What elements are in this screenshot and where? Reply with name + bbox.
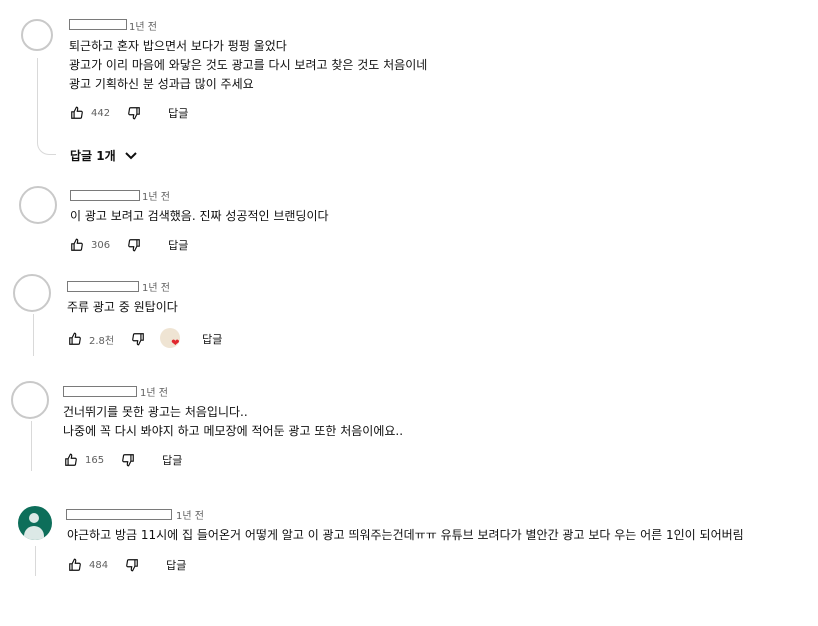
thumbs-up-icon[interactable] xyxy=(67,331,83,347)
reply-button[interactable]: 답글 xyxy=(202,331,222,347)
like-count: 484 xyxy=(89,559,109,571)
comment-time[interactable]: 1년 전 xyxy=(142,279,170,294)
comment-actions: 2.8천 ❤ 답글 xyxy=(67,328,222,350)
avatar[interactable] xyxy=(11,381,49,419)
author-name[interactable] xyxy=(67,281,139,292)
thread-line xyxy=(31,421,32,471)
comment-line: 광고 기획하신 분 성과급 많이 주세요 xyxy=(69,77,254,91)
avatar-head xyxy=(29,513,39,523)
comment-time[interactable]: 1년 전 xyxy=(129,18,157,33)
reply-button[interactable]: 답글 xyxy=(168,237,188,253)
like-count: 165 xyxy=(85,454,105,466)
thread-curve xyxy=(37,140,56,155)
thumbs-down-icon[interactable] xyxy=(124,557,140,573)
chevron-down-icon xyxy=(124,151,138,161)
author-name[interactable] xyxy=(66,509,172,520)
thread-line xyxy=(35,546,36,576)
comment-actions: 306 답글 xyxy=(69,236,188,254)
reply-button[interactable]: 답글 xyxy=(166,557,186,573)
comment-text: 이 광고 보려고 검색했음. 진짜 성공적인 브랜딩이다 xyxy=(70,207,329,226)
like-count: 2.8천 xyxy=(89,335,115,347)
comment-line: 이 광고 보려고 검색했음. 진짜 성공적인 브랜딩이다 xyxy=(70,209,329,223)
avatar[interactable] xyxy=(19,186,57,224)
thumbs-down-icon[interactable] xyxy=(120,452,136,468)
author-name[interactable] xyxy=(63,386,137,397)
thumbs-up-icon[interactable] xyxy=(69,105,85,121)
comment-actions: 442 답글 xyxy=(69,104,188,122)
thumbs-up-icon[interactable] xyxy=(67,557,83,573)
like-count: 306 xyxy=(91,239,111,251)
comment-text: 퇴근하고 혼자 밥으면서 보다가 펑펑 울었다 광고가 이리 마음에 와닿은 것… xyxy=(69,37,427,94)
thread-line xyxy=(37,58,38,142)
comment-time[interactable]: 1년 전 xyxy=(140,384,168,399)
reply-button[interactable]: 답글 xyxy=(162,452,182,468)
comment-line: 나중에 꼭 다시 봐야지 하고 메모장에 적어둔 광고 또한 처음이에요.. xyxy=(63,424,404,438)
like-count: 442 xyxy=(91,107,111,119)
comment-actions: 484 답글 xyxy=(67,556,186,574)
author-name[interactable] xyxy=(69,19,127,30)
comment-text: 주류 광고 중 원탑이다 xyxy=(67,298,178,317)
comment-text: 야근하고 방금 11시에 집 들어온거 어떻게 알고 이 광고 띄워주는건데ㅠㅠ… xyxy=(67,526,744,545)
thumbs-down-icon[interactable] xyxy=(126,105,142,121)
heart-icon: ❤ xyxy=(171,338,180,349)
thread-line xyxy=(33,314,34,356)
avatar[interactable] xyxy=(18,506,52,540)
reply-button[interactable]: 답글 xyxy=(168,105,188,121)
thumbs-up-icon[interactable] xyxy=(63,452,79,468)
comment-line: 퇴근하고 혼자 밥으면서 보다가 펑펑 울었다 xyxy=(69,39,287,53)
comment-text: 건너뛰기를 못한 광고는 처음입니다.. 나중에 꼭 다시 봐야지 하고 메모장… xyxy=(63,403,403,441)
avatar-body xyxy=(24,526,44,540)
comment-line: 야근하고 방금 11시에 집 들어온거 어떻게 알고 이 광고 띄워주는건데ㅠㅠ… xyxy=(67,528,744,542)
comment-line: 광고가 이리 마음에 와닿은 것도 광고를 다시 보려고 찾은 것도 처음이네 xyxy=(69,58,428,72)
avatar[interactable] xyxy=(13,274,51,312)
thumbs-down-icon[interactable] xyxy=(130,331,146,347)
view-replies-button[interactable]: 답글 1개 xyxy=(70,147,138,164)
comment-time[interactable]: 1년 전 xyxy=(142,188,170,203)
comment-actions: 165 답글 xyxy=(63,451,182,469)
replies-count-label: 답글 1개 xyxy=(70,149,116,163)
comment-line: 주류 광고 중 원탑이다 xyxy=(67,300,178,314)
avatar[interactable] xyxy=(21,19,53,51)
thumbs-down-icon[interactable] xyxy=(126,237,142,253)
comment-time[interactable]: 1년 전 xyxy=(176,507,204,522)
creator-heart-badge[interactable]: ❤ xyxy=(160,328,182,350)
thumbs-up-icon[interactable] xyxy=(69,237,85,253)
comment-line: 건너뛰기를 못한 광고는 처음입니다.. xyxy=(63,405,248,419)
author-name[interactable] xyxy=(70,190,140,201)
